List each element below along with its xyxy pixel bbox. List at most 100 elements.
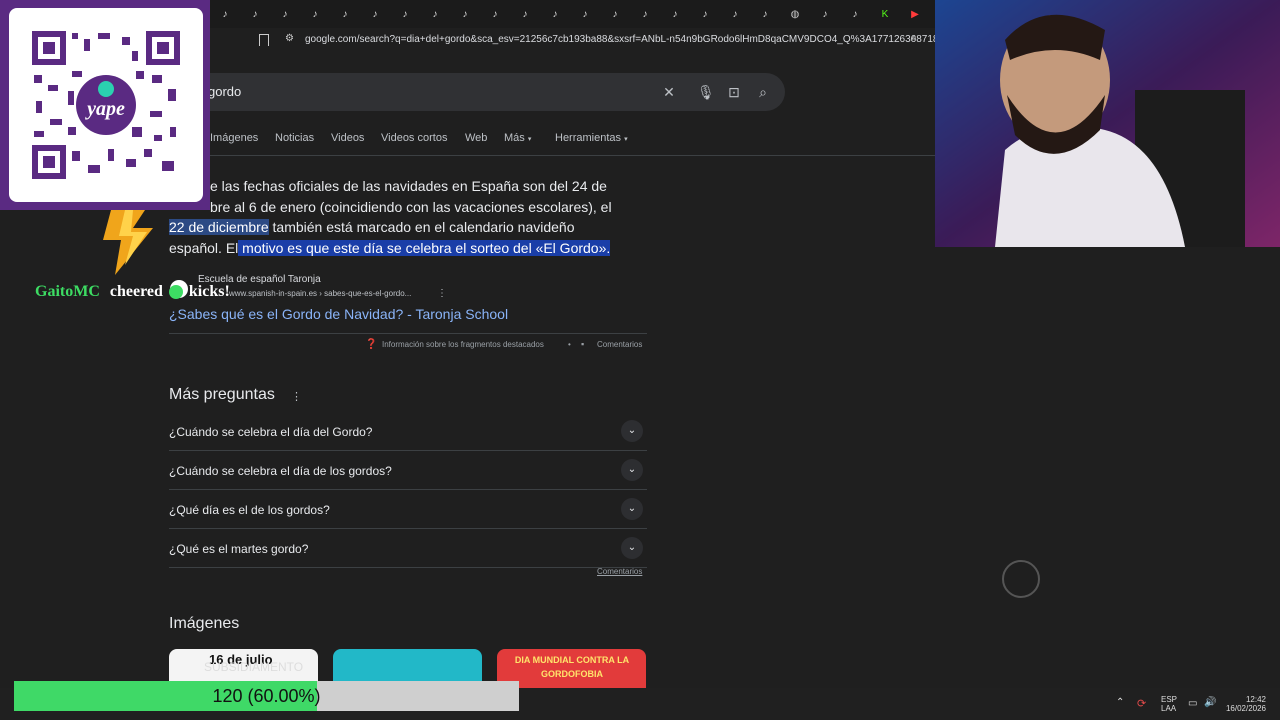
snippet-info-link[interactable]: Información sobre los fragmentos destaca… xyxy=(382,340,544,349)
search-icon[interactable]: ⌕ xyxy=(755,84,771,100)
tab-more[interactable]: Más ▾ xyxy=(504,132,531,144)
tiktok-icon[interactable]: ♪ xyxy=(728,7,742,21)
tiktok-icon[interactable]: ♪ xyxy=(338,7,352,21)
snippet-line-2: bre al 6 de enero (coincidiendo con las … xyxy=(210,198,612,215)
paa-question-text: ¿Cuándo se celebra el día del Gordo? xyxy=(169,425,373,439)
paa-question-text: ¿Qué día es el de los gordos? xyxy=(169,503,330,517)
tab-videos[interactable]: Videos xyxy=(331,132,364,144)
tiktok-icon[interactable]: ♪ xyxy=(578,7,592,21)
caret-down-icon: ▾ xyxy=(527,136,532,143)
clock-time: 12:42 xyxy=(1245,695,1266,704)
snippet-line-1: e las fechas oficiales de las navidades … xyxy=(210,178,607,194)
youtube-icon[interactable]: ▶ xyxy=(908,7,922,21)
search-box[interactable]: gordo ✕ 🎙 ⊡ ⌕ xyxy=(168,73,785,111)
lightning-bolt-icon xyxy=(103,210,153,275)
sub-goal-progress: 120 (60.00%) xyxy=(14,681,519,711)
feedback-icon[interactable]: ▪ xyxy=(581,339,584,349)
cheer-alert: GaitoMC cheered kicks! xyxy=(35,283,230,301)
tiktok-icon[interactable]: ♪ xyxy=(248,7,262,21)
tab-web[interactable]: Web xyxy=(465,132,487,144)
snippet-divider xyxy=(169,333,647,334)
tiktok-icon[interactable]: ♪ xyxy=(698,7,712,21)
webcam-image xyxy=(935,0,1280,247)
tray-sync-icon[interactable]: ⟳ xyxy=(1137,697,1146,710)
tiktok-icon[interactable]: ♪ xyxy=(818,7,832,21)
tools-label: Herramientas xyxy=(555,132,622,144)
snippet-line-4: español. El motivo es que este día se ce… xyxy=(169,238,639,259)
chevron-down-icon[interactable]: ⌄ xyxy=(621,459,643,481)
tiktok-icon[interactable]: ♪ xyxy=(518,7,532,21)
tiktok-icon[interactable]: ♪ xyxy=(668,7,682,21)
tiktok-icon[interactable]: ♪ xyxy=(638,7,652,21)
tiktok-icon[interactable]: ♪ xyxy=(608,7,622,21)
tab-images[interactable]: Imágenes xyxy=(210,132,258,144)
source-url[interactable]: www.spanish-in-spain.es › sabes-que-es-e… xyxy=(229,289,411,298)
chevron-down-icon[interactable]: ⌄ xyxy=(621,498,643,520)
snippet-comments-link[interactable]: Comentarios xyxy=(597,340,642,349)
tiktok-icon[interactable]: ♪ xyxy=(848,7,862,21)
progress-label: 120 (60.00%) xyxy=(212,686,321,706)
paa-question-text: ¿Cuándo se celebra el día de los gordos? xyxy=(169,464,392,478)
tools-button[interactable]: Herramientas ▾ xyxy=(555,132,628,144)
tab-more-label: Más xyxy=(504,132,525,144)
image-thumbnail[interactable]: DIA MUNDIAL CONTRA LA GORDOFOBIA xyxy=(497,649,646,689)
tiktok-icon[interactable]: ♪ xyxy=(488,7,502,21)
qr-code: yape xyxy=(32,31,180,179)
caret-down-icon: ▾ xyxy=(624,136,628,143)
svg-text:yape: yape xyxy=(85,98,125,120)
kick-icon[interactable]: K xyxy=(878,7,892,21)
volume-icon[interactable]: 🔊 xyxy=(1204,697,1216,708)
network-icon[interactable]: ▭ xyxy=(1188,698,1197,709)
chevron-down-icon[interactable]: ⌄ xyxy=(621,537,643,559)
more-options-icon[interactable]: ⋮ xyxy=(437,288,447,299)
lens-icon[interactable]: ⊡ xyxy=(726,84,742,100)
microphone-icon[interactable]: 🎙 xyxy=(697,84,715,100)
tiktok-icon[interactable]: ♪ xyxy=(308,7,322,21)
tab-news[interactable]: Noticias xyxy=(275,132,314,144)
result-link[interactable]: ¿Sabes qué es el Gordo de Navidad? - Tar… xyxy=(169,306,508,322)
tiktok-icon[interactable]: ♪ xyxy=(398,7,412,21)
cheer-username: GaitoMC xyxy=(35,283,100,300)
globe-icon[interactable]: ◍ xyxy=(788,7,802,21)
cheer-tail: kicks! xyxy=(188,283,230,300)
help-icon[interactable]: ❓ xyxy=(365,339,377,350)
paa-question[interactable]: ¿Qué es el martes gordo? ⌄ xyxy=(169,529,647,568)
clear-icon[interactable]: ✕ xyxy=(661,84,677,100)
sub-goal-overlay-text: SUBSIDIAMENTO xyxy=(204,660,304,674)
tab-short-videos[interactable]: Videos cortos xyxy=(381,132,447,144)
images-title: Imágenes xyxy=(169,615,240,632)
tiktok-icon[interactable]: ♪ xyxy=(368,7,382,21)
tiktok-icon[interactable]: ♪ xyxy=(278,7,292,21)
loading-spinner xyxy=(1002,560,1040,598)
url-text[interactable]: google.com/search?q=dia+del+gordo&sca_es… xyxy=(305,34,952,45)
paa-comments-link[interactable]: Comentarios xyxy=(597,567,642,576)
cheer-text: cheered xyxy=(109,283,163,300)
tiktok-icon[interactable]: ♪ xyxy=(548,7,562,21)
tiktok-icon[interactable]: ♪ xyxy=(758,7,772,21)
bookmark-icon[interactable] xyxy=(259,34,269,46)
yape-qr-panel: yape xyxy=(0,0,210,210)
clock[interactable]: 12:42 16/02/2026 xyxy=(1224,695,1266,713)
paa-question-text: ¿Qué es el martes gordo? xyxy=(169,542,309,556)
site-settings-icon[interactable]: ⚙ xyxy=(285,33,294,44)
snippet-line-3-rest: también está marcado en el calendario na… xyxy=(268,219,575,235)
paa-question[interactable]: ¿Qué día es el de los gordos? ⌄ xyxy=(169,490,647,529)
paa-question[interactable]: ¿Cuándo se celebra el día de los gordos?… xyxy=(169,451,647,490)
paa-question[interactable]: ¿Cuándo se celebra el día del Gordo? ⌄ xyxy=(169,412,647,451)
snippet-date-highlight: 22 de diciembre xyxy=(169,219,269,235)
paa-title: Más preguntas xyxy=(169,386,275,403)
tray-chevron-icon[interactable]: ⌃ xyxy=(1116,697,1124,708)
chevron-down-icon[interactable]: ⌄ xyxy=(621,420,643,442)
paa-more-icon[interactable]: ⋮ xyxy=(291,390,302,403)
zoom-icon[interactable]: ⌕ xyxy=(911,32,917,45)
separator-dot: • xyxy=(568,340,571,349)
tiktok-icon[interactable]: ♪ xyxy=(458,7,472,21)
tiktok-icon[interactable]: ♪ xyxy=(218,7,232,21)
search-input[interactable]: gordo xyxy=(208,84,241,99)
qr-card: yape xyxy=(9,8,203,202)
input-language-1: ESP xyxy=(1161,695,1178,704)
input-language-2: LAA xyxy=(1161,704,1177,713)
tiktok-icon[interactable]: ♪ xyxy=(428,7,442,21)
input-language[interactable]: ESP LAA xyxy=(1161,695,1177,713)
thumbnail-caption: DIA MUNDIAL CONTRA LA GORDOFOBIA xyxy=(514,655,630,679)
